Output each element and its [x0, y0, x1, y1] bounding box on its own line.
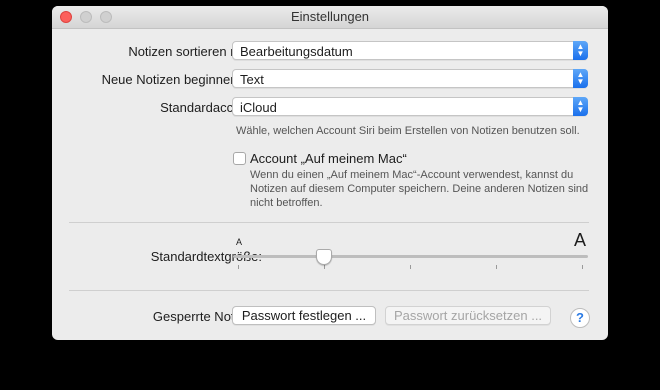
small-text-glyph: A	[236, 237, 243, 247]
set-password-button[interactable]: Passwort festlegen ...	[232, 306, 376, 325]
title-bar: Einstellungen	[52, 6, 608, 29]
preferences-window: Einstellungen Notizen sortieren nach: Be…	[52, 6, 608, 340]
large-text-glyph: A	[574, 230, 587, 250]
text-size-label: Standardtextgröße:	[150, 249, 262, 264]
new-notes-popup-value: Text	[240, 72, 264, 87]
default-account-label: Standardaccount:	[160, 100, 262, 115]
separator	[69, 222, 589, 223]
default-account-popup[interactable]: iCloud ▲ ▼	[232, 97, 588, 116]
on-my-mac-description-1: Wenn du einen „Auf meinem Mac“-Account v…	[250, 169, 574, 181]
new-notes-label: Neue Notizen beginnen mit:	[101, 72, 262, 87]
up-down-chevron-icon: ▲ ▼	[573, 41, 588, 60]
new-notes-popup[interactable]: Text ▲ ▼	[232, 69, 588, 88]
slider-tick	[496, 265, 497, 269]
sort-popup-value: Bearbeitungsdatum	[240, 44, 353, 59]
sort-label: Notizen sortieren nach:	[128, 44, 262, 59]
on-my-mac-checkbox[interactable]	[233, 152, 246, 165]
slider-tick	[582, 265, 583, 269]
on-my-mac-description-2: Notizen auf diesem Computer speichern. D…	[250, 183, 589, 195]
up-down-chevron-icon: ▲ ▼	[573, 69, 588, 88]
on-my-mac-label[interactable]: Account „Auf meinem Mac“	[250, 151, 407, 166]
locked-notes-label: Gesperrte Notizen:	[152, 309, 262, 324]
window-title: Einstellungen	[290, 9, 370, 24]
default-account-popup-value: iCloud	[240, 100, 277, 115]
up-down-chevron-icon: ▲ ▼	[573, 97, 588, 116]
text-size-slider[interactable]	[233, 255, 588, 258]
slider-tick	[238, 265, 239, 269]
slider-tick	[324, 265, 325, 269]
default-account-hint: Wähle, welchen Account Siri beim Erstell…	[236, 125, 580, 137]
sort-popup[interactable]: Bearbeitungsdatum ▲ ▼	[232, 41, 588, 60]
reset-password-button[interactable]: Passwort zurücksetzen ...	[385, 306, 551, 325]
question-mark-icon[interactable]: ?	[570, 308, 590, 328]
on-my-mac-description-3: nicht betroffen.	[250, 197, 323, 209]
separator	[69, 290, 589, 291]
slider-tick	[410, 265, 411, 269]
text-size-slider-thumb[interactable]	[316, 249, 332, 265]
